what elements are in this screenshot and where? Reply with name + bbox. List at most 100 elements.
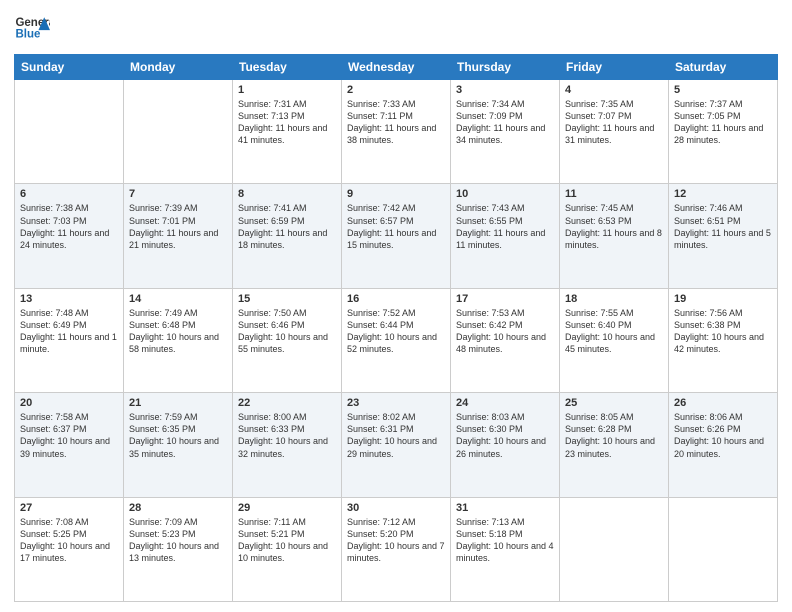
page: General Blue SundayMondayTuesdayWednesda…	[0, 0, 792, 612]
day-number: 9	[347, 188, 445, 200]
day-info: Sunrise: 8:03 AMSunset: 6:30 PMDaylight:…	[456, 411, 554, 460]
day-cell: 26Sunrise: 8:06 AMSunset: 6:26 PMDayligh…	[669, 393, 778, 497]
day-info: Sunrise: 7:38 AMSunset: 7:03 PMDaylight:…	[20, 202, 118, 251]
day-number: 23	[347, 397, 445, 409]
week-row-2: 6 Sunrise: 7:38 AMSunset: 7:03 PMDaylight…	[15, 184, 778, 288]
week-row-5: 27 Sunrise: 7:08 AMSunset: 5:25 PMDayligh…	[15, 497, 778, 601]
day-number: 13	[20, 293, 118, 305]
day-cell: 12 Sunrise: 7:46 AMSunset: 6:51 PMDayligh…	[669, 184, 778, 288]
day-cell: 16Sunrise: 7:52 AMSunset: 6:44 PMDayligh…	[342, 288, 451, 392]
day-cell: 2Sunrise: 7:33 AMSunset: 7:11 PMDaylight…	[342, 80, 451, 184]
day-cell: 1 Sunrise: 7:31 AMSunset: 7:13 PMDaylight…	[233, 80, 342, 184]
day-cell: 23Sunrise: 8:02 AMSunset: 6:31 PMDayligh…	[342, 393, 451, 497]
day-info: Sunrise: 7:09 AMSunset: 5:23 PMDaylight:…	[129, 516, 227, 565]
weekday-header-tuesday: Tuesday	[233, 55, 342, 80]
day-number: 3	[456, 84, 554, 96]
day-cell: 31 Sunrise: 7:13 AMSunset: 5:18 PMDayligh…	[451, 497, 560, 601]
day-number: 1	[238, 84, 336, 96]
day-number: 24	[456, 397, 554, 409]
day-number: 20	[20, 397, 118, 409]
day-info: Sunrise: 7:11 AMSunset: 5:21 PMDaylight:…	[238, 516, 336, 565]
day-cell: 3Sunrise: 7:34 AMSunset: 7:09 PMDaylight…	[451, 80, 560, 184]
day-cell: 13Sunrise: 7:48 AMSunset: 6:49 PMDayligh…	[15, 288, 124, 392]
weekday-header-row: SundayMondayTuesdayWednesdayThursdayFrid…	[15, 55, 778, 80]
day-info: Sunrise: 7:39 AMSunset: 7:01 PMDaylight:…	[129, 202, 227, 251]
day-number: 12	[674, 188, 772, 200]
day-number: 26	[674, 397, 772, 409]
day-number: 31	[456, 502, 554, 514]
day-cell: 11 Sunrise: 7:45 AMSunset: 6:53 PMDayligh…	[560, 184, 669, 288]
day-info: Sunrise: 8:05 AMSunset: 6:28 PMDaylight:…	[565, 411, 663, 460]
weekday-header-wednesday: Wednesday	[342, 55, 451, 80]
day-cell: 19 Sunrise: 7:56 AMSunset: 6:38 PMDayligh…	[669, 288, 778, 392]
day-info: Sunrise: 7:46 AMSunset: 6:51 PMDaylight:…	[674, 202, 772, 251]
day-cell: 22 Sunrise: 8:00 AMSunset: 6:33 PMDayligh…	[233, 393, 342, 497]
day-number: 14	[129, 293, 227, 305]
day-number: 22	[238, 397, 336, 409]
day-number: 27	[20, 502, 118, 514]
day-cell: 14 Sunrise: 7:49 AMSunset: 6:48 PMDayligh…	[124, 288, 233, 392]
day-number: 25	[565, 397, 663, 409]
day-cell	[124, 80, 233, 184]
svg-text:Blue: Blue	[15, 28, 41, 40]
day-number: 15	[238, 293, 336, 305]
day-cell: 9 Sunrise: 7:42 AMSunset: 6:57 PMDaylight…	[342, 184, 451, 288]
weekday-header-sunday: Sunday	[15, 55, 124, 80]
day-info: Sunrise: 7:43 AMSunset: 6:55 PMDaylight:…	[456, 202, 554, 251]
day-info: Sunrise: 7:49 AMSunset: 6:48 PMDaylight:…	[129, 307, 227, 356]
day-cell: 28Sunrise: 7:09 AMSunset: 5:23 PMDayligh…	[124, 497, 233, 601]
day-cell: 15 Sunrise: 7:50 AMSunset: 6:46 PMDayligh…	[233, 288, 342, 392]
day-info: Sunrise: 7:52 AMSunset: 6:44 PMDaylight:…	[347, 307, 445, 356]
day-number: 6	[20, 188, 118, 200]
day-number: 18	[565, 293, 663, 305]
day-cell: 8 Sunrise: 7:41 AMSunset: 6:59 PMDaylight…	[233, 184, 342, 288]
day-info: Sunrise: 7:56 AMSunset: 6:38 PMDaylight:…	[674, 307, 772, 356]
day-cell: 25 Sunrise: 8:05 AMSunset: 6:28 PMDayligh…	[560, 393, 669, 497]
day-info: Sunrise: 8:00 AMSunset: 6:33 PMDaylight:…	[238, 411, 336, 460]
day-cell: 27 Sunrise: 7:08 AMSunset: 5:25 PMDayligh…	[15, 497, 124, 601]
day-info: Sunrise: 7:42 AMSunset: 6:57 PMDaylight:…	[347, 202, 445, 251]
day-number: 17	[456, 293, 554, 305]
day-cell	[560, 497, 669, 601]
logo: General Blue	[14, 10, 54, 46]
day-cell: 17 Sunrise: 7:53 AMSunset: 6:42 PMDayligh…	[451, 288, 560, 392]
weekday-header-monday: Monday	[124, 55, 233, 80]
day-number: 19	[674, 293, 772, 305]
week-row-3: 13Sunrise: 7:48 AMSunset: 6:49 PMDayligh…	[15, 288, 778, 392]
day-number: 29	[238, 502, 336, 514]
day-cell: 29 Sunrise: 7:11 AMSunset: 5:21 PMDayligh…	[233, 497, 342, 601]
day-info: Sunrise: 7:35 AMSunset: 7:07 PMDaylight:…	[565, 98, 663, 147]
day-info: Sunrise: 7:31 AMSunset: 7:13 PMDaylight:…	[238, 98, 336, 147]
day-number: 11	[565, 188, 663, 200]
day-number: 4	[565, 84, 663, 96]
week-row-1: 1 Sunrise: 7:31 AMSunset: 7:13 PMDaylight…	[15, 80, 778, 184]
day-number: 8	[238, 188, 336, 200]
day-info: Sunrise: 7:50 AMSunset: 6:46 PMDaylight:…	[238, 307, 336, 356]
day-number: 7	[129, 188, 227, 200]
day-info: Sunrise: 7:45 AMSunset: 6:53 PMDaylight:…	[565, 202, 663, 251]
day-cell: 20 Sunrise: 7:58 AMSunset: 6:37 PMDayligh…	[15, 393, 124, 497]
day-info: Sunrise: 7:13 AMSunset: 5:18 PMDaylight:…	[456, 516, 554, 565]
day-info: Sunrise: 7:33 AMSunset: 7:11 PMDaylight:…	[347, 98, 445, 147]
day-cell: 10 Sunrise: 7:43 AMSunset: 6:55 PMDayligh…	[451, 184, 560, 288]
day-number: 21	[129, 397, 227, 409]
weekday-header-friday: Friday	[560, 55, 669, 80]
day-cell: 7 Sunrise: 7:39 AMSunset: 7:01 PMDaylight…	[124, 184, 233, 288]
day-cell	[15, 80, 124, 184]
weekday-header-thursday: Thursday	[451, 55, 560, 80]
calendar-table: SundayMondayTuesdayWednesdayThursdayFrid…	[14, 54, 778, 602]
logo-icon: General Blue	[14, 10, 50, 46]
day-info: Sunrise: 7:08 AMSunset: 5:25 PMDaylight:…	[20, 516, 118, 565]
day-cell: 4 Sunrise: 7:35 AMSunset: 7:07 PMDaylight…	[560, 80, 669, 184]
day-info: Sunrise: 7:53 AMSunset: 6:42 PMDaylight:…	[456, 307, 554, 356]
day-cell: 30Sunrise: 7:12 AMSunset: 5:20 PMDayligh…	[342, 497, 451, 601]
weekday-header-saturday: Saturday	[669, 55, 778, 80]
day-number: 10	[456, 188, 554, 200]
day-info: Sunrise: 7:58 AMSunset: 6:37 PMDaylight:…	[20, 411, 118, 460]
day-number: 5	[674, 84, 772, 96]
day-cell: 18 Sunrise: 7:55 AMSunset: 6:40 PMDayligh…	[560, 288, 669, 392]
day-info: Sunrise: 7:41 AMSunset: 6:59 PMDaylight:…	[238, 202, 336, 251]
day-info: Sunrise: 7:55 AMSunset: 6:40 PMDaylight:…	[565, 307, 663, 356]
header: General Blue	[14, 10, 778, 46]
day-number: 30	[347, 502, 445, 514]
